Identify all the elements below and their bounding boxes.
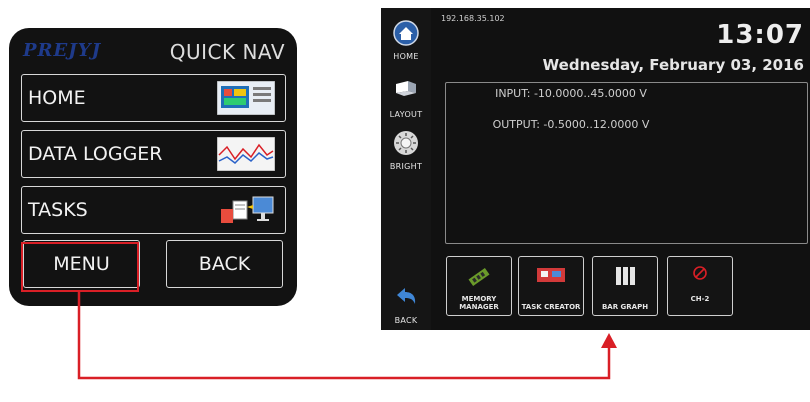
arrow-head bbox=[601, 333, 617, 348]
connector-arrow bbox=[77, 291, 617, 380]
